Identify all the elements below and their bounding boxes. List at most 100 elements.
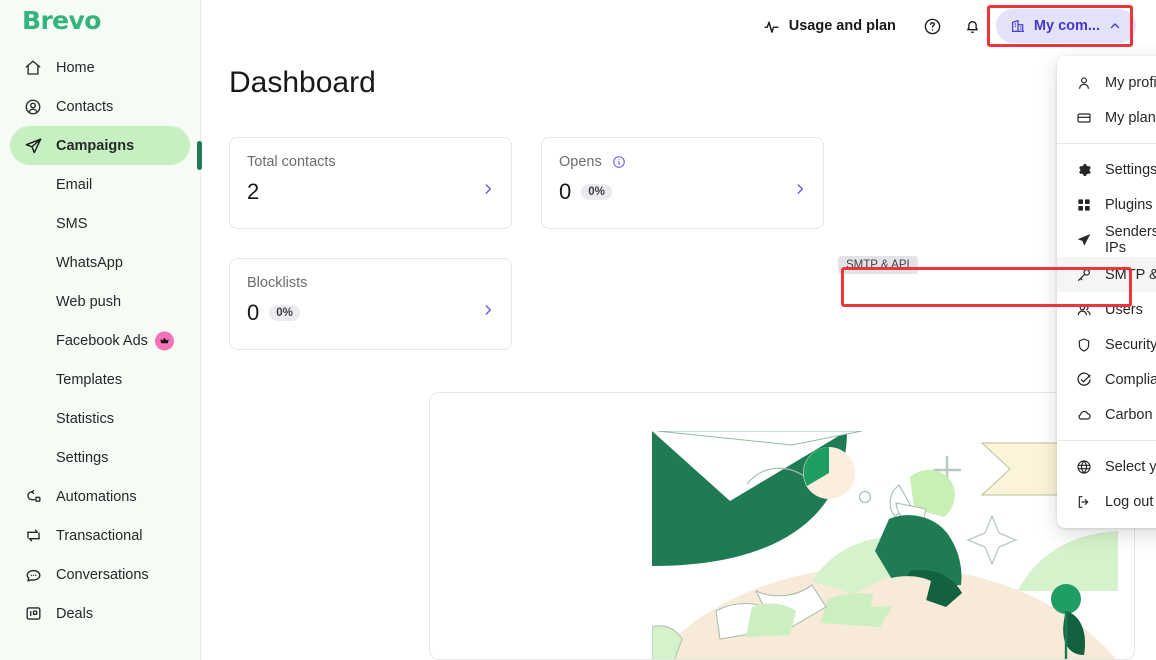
- sidebar-item-email[interactable]: Email: [10, 165, 190, 204]
- sidebar-item-whatsapp[interactable]: WhatsApp: [10, 243, 190, 282]
- menu-item-senders-domains-ips[interactable]: Senders, Domains & Dedicated IPs: [1057, 222, 1156, 257]
- menu-item-smtp-api[interactable]: SMTP & API: [1057, 257, 1156, 292]
- sidebar-item-statistics[interactable]: Statistics: [10, 399, 190, 438]
- chevron-right-icon[interactable]: [481, 303, 495, 317]
- stat-card-total-contacts[interactable]: Total contacts 2: [229, 137, 512, 229]
- notifications-button[interactable]: [956, 9, 990, 43]
- campaigns-send-icon: [22, 135, 44, 157]
- sidebar-item-facebook-ads[interactable]: Facebook Ads: [10, 321, 190, 360]
- menu-item-my-profile[interactable]: My profile: [1057, 65, 1156, 100]
- card-icon: [1075, 109, 1093, 127]
- send-icon: [1075, 231, 1093, 249]
- sidebar-item-label: Automations: [56, 488, 137, 505]
- menu-item-label: Users: [1105, 301, 1143, 318]
- topbar: Usage and plan My com...: [201, 0, 1156, 52]
- menu-item-label: SMTP & API: [1105, 266, 1156, 283]
- menu-item-security[interactable]: Security: [1057, 327, 1156, 362]
- stat-card-label-text: Total contacts: [247, 154, 336, 170]
- home-icon: [22, 57, 44, 79]
- brand-logo[interactable]: Brevo: [0, 0, 200, 44]
- sidebar: Brevo Home Contacts Campaigns Email SMS …: [0, 0, 202, 660]
- menu-item-users[interactable]: Users: [1057, 292, 1156, 327]
- help-button[interactable]: [916, 9, 950, 43]
- stat-card-label: Blocklists: [247, 275, 494, 291]
- usage-and-plan-button[interactable]: Usage and plan: [763, 18, 896, 35]
- app-root: Brevo Home Contacts Campaigns Email SMS …: [0, 0, 1156, 660]
- menu-divider: [1057, 440, 1156, 441]
- grid-apps-icon: [1075, 196, 1093, 214]
- stat-card-label: Opens: [559, 154, 806, 170]
- stat-card-value: 0: [559, 179, 572, 204]
- menu-item-label: Select your language: [1105, 458, 1156, 475]
- transactional-icon: [22, 525, 44, 547]
- page-title: Dashboard: [229, 66, 376, 99]
- sidebar-item-label: Conversations: [56, 566, 149, 583]
- main-content: Usage and plan My com... Dashboard Total…: [201, 0, 1156, 660]
- sidebar-item-automations[interactable]: Automations: [10, 477, 190, 516]
- chevron-up-icon: [1108, 19, 1122, 33]
- chevron-right-icon[interactable]: [793, 182, 807, 196]
- sidebar-item-sms[interactable]: SMS: [10, 204, 190, 243]
- menu-item-compliance[interactable]: Compliance: [1057, 362, 1156, 397]
- contacts-icon: [22, 96, 44, 118]
- sidebar-item-campaigns[interactable]: Campaigns: [10, 126, 190, 165]
- menu-item-label: Compliance: [1105, 371, 1156, 388]
- stat-card-value: 0: [247, 300, 260, 325]
- sidebar-item-label: Templates: [56, 371, 123, 388]
- menu-item-carbon-footprint[interactable]: Carbon footprint: [1057, 397, 1156, 432]
- chevron-right-icon[interactable]: [481, 182, 495, 196]
- menu-item-label: Settings: [1105, 161, 1156, 178]
- menu-item-label: Log out: [1105, 493, 1154, 510]
- sidebar-item-settings[interactable]: Settings: [10, 438, 190, 477]
- activity-pulse-icon: [763, 18, 780, 35]
- sidebar-item-label: Settings: [56, 449, 109, 466]
- active-section-indicator: [197, 141, 202, 170]
- menu-item-select-language[interactable]: Select your language: [1057, 449, 1156, 484]
- brand-name: Brevo: [22, 5, 101, 35]
- menu-item-my-plan[interactable]: My plan: [1057, 100, 1156, 135]
- sidebar-item-web-push[interactable]: Web push: [10, 282, 190, 321]
- menu-item-label: My plan: [1105, 109, 1156, 126]
- menu-item-settings[interactable]: Settings: [1057, 152, 1156, 187]
- stat-card-blocklists[interactable]: Blocklists 0 0%: [229, 258, 512, 350]
- check-circle-icon: [1075, 371, 1093, 389]
- company-switcher-button[interactable]: My com...: [995, 9, 1136, 43]
- cloud-icon: [1075, 406, 1093, 424]
- menu-item-label: Plugins & Integrations: [1105, 196, 1156, 213]
- bell-icon: [963, 17, 982, 36]
- menu-divider: [1057, 143, 1156, 144]
- sidebar-item-conversations[interactable]: Conversations: [10, 555, 190, 594]
- stat-card-value-row: 0 0%: [559, 179, 806, 205]
- usage-and-plan-label: Usage and plan: [788, 18, 896, 34]
- stat-card-value-row: 2: [247, 179, 494, 205]
- sidebar-item-home[interactable]: Home: [10, 48, 190, 87]
- stat-card-label: Total contacts: [247, 154, 494, 170]
- sidebar-item-transactional[interactable]: Transactional: [10, 516, 190, 555]
- menu-item-log-out[interactable]: Log out: [1057, 484, 1156, 519]
- globe-icon: [1075, 458, 1093, 476]
- dashboard-illustration-panel: [429, 392, 1135, 660]
- stat-card-value: 2: [247, 179, 260, 204]
- sidebar-item-label: Transactional: [56, 527, 143, 544]
- sidebar-item-contacts[interactable]: Contacts: [10, 87, 190, 126]
- info-circle-icon[interactable]: [612, 155, 626, 169]
- person-icon: [1075, 74, 1093, 92]
- sidebar-item-label: SMS: [56, 215, 88, 232]
- stat-card-label-text: Blocklists: [247, 275, 308, 291]
- stat-card-opens[interactable]: Opens 0 0%: [541, 137, 824, 229]
- stat-card-label-text: Opens: [559, 154, 602, 170]
- sidebar-item-templates[interactable]: Templates: [10, 360, 190, 399]
- stat-card-percent-badge: 0%: [581, 184, 612, 200]
- sidebar-item-label: WhatsApp: [56, 254, 123, 271]
- menu-item-label: My profile: [1105, 74, 1156, 91]
- automations-icon: [22, 486, 44, 508]
- sidebar-item-deals[interactable]: Deals: [10, 594, 190, 633]
- stat-card-value-row: 0 0%: [247, 300, 494, 326]
- menu-item-plugins-integrations[interactable]: Plugins & Integrations: [1057, 187, 1156, 222]
- shield-icon: [1075, 336, 1093, 354]
- sidebar-item-label: Facebook Ads: [56, 332, 148, 349]
- logout-icon: [1075, 493, 1093, 511]
- company-label: My com...: [1033, 18, 1100, 34]
- key-icon: [1075, 266, 1093, 284]
- smtp-api-tooltip: SMTP & API: [838, 256, 918, 274]
